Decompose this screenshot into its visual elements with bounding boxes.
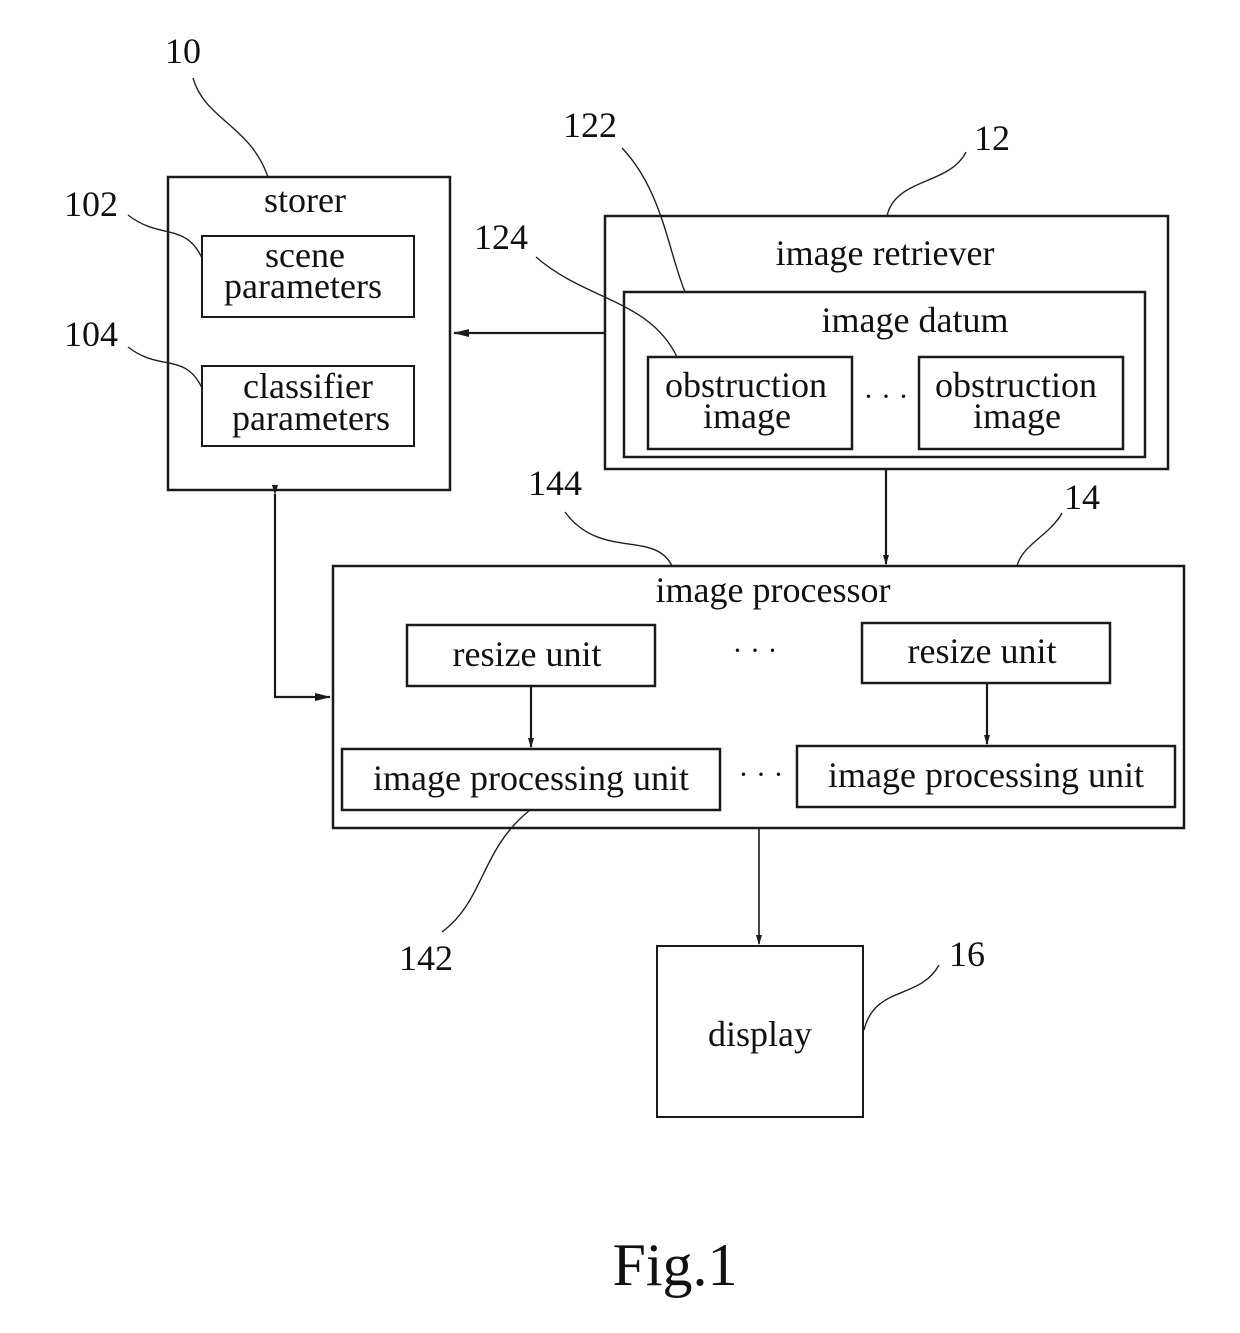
image-processing-unit-label: image processing unit [828, 755, 1144, 795]
obstruction-ellipsis: · · · [864, 380, 909, 413]
display-block: display [656, 945, 864, 1118]
classifier-parameters-line2: parameters [232, 398, 390, 438]
ref-numeral-16: 16 [949, 934, 985, 974]
figure-caption: Fig.1 [612, 1232, 737, 1298]
image-processor-title: image processor [656, 570, 891, 610]
image-processing-unit-block: image processing unit [340, 747, 722, 812]
classifier-parameters-block: classifier parameters [201, 365, 415, 447]
ref-numeral-122: 122 [563, 105, 617, 145]
resize-unit-label: resize unit [453, 634, 602, 674]
obstruction-image-block: obstruction image [646, 355, 854, 451]
block-diagram: storer scene parameters classifier param… [64, 31, 1186, 1298]
storer-title: storer [264, 180, 346, 220]
display-label: display [708, 1014, 812, 1054]
scene-parameters-line2: parameters [224, 266, 382, 306]
processing-ellipsis: · · · [739, 758, 784, 791]
leader-line-14 [1016, 512, 1063, 567]
scene-parameters-block: scene parameters [201, 235, 415, 318]
ref-numeral-144: 144 [528, 463, 582, 503]
image-processing-unit-label: image processing unit [373, 758, 689, 798]
ref-numeral-102: 102 [64, 184, 118, 224]
resize-unit-label: resize unit [908, 631, 1057, 671]
image-processing-unit-block: image processing unit [795, 744, 1177, 809]
leader-line-12 [886, 151, 967, 217]
image-retriever-block: image retriever image datum obstruction … [603, 214, 1170, 471]
ref-numeral-14: 14 [1064, 477, 1100, 517]
leader-line-144 [564, 511, 673, 567]
resize-unit-block: resize unit [860, 621, 1112, 685]
ref-numeral-10: 10 [165, 31, 201, 71]
storer-processor-bidirectional-arrow [272, 485, 331, 701]
ref-numeral-104: 104 [64, 314, 118, 354]
image-datum-title: image datum [822, 300, 1009, 340]
storer-block: storer scene parameters classifier param… [166, 175, 452, 492]
image-datum-block: image datum obstruction image · · · obst… [622, 290, 1147, 459]
obstruction-image-line2: image [703, 396, 791, 436]
ref-numeral-142: 142 [399, 938, 453, 978]
resize-ellipsis: · · · [733, 634, 778, 667]
obstruction-image-block: obstruction image [917, 355, 1125, 451]
leader-line-16 [863, 964, 940, 1031]
resize-unit-block: resize unit [405, 623, 657, 688]
ref-numeral-124: 124 [474, 217, 528, 257]
obstruction-image-line2: image [973, 396, 1061, 436]
image-retriever-title: image retriever [776, 233, 995, 273]
image-processor-block: image processor resize unit · · · resize… [331, 564, 1186, 830]
leader-line-10 [192, 77, 269, 178]
ref-numeral-12: 12 [974, 118, 1010, 158]
